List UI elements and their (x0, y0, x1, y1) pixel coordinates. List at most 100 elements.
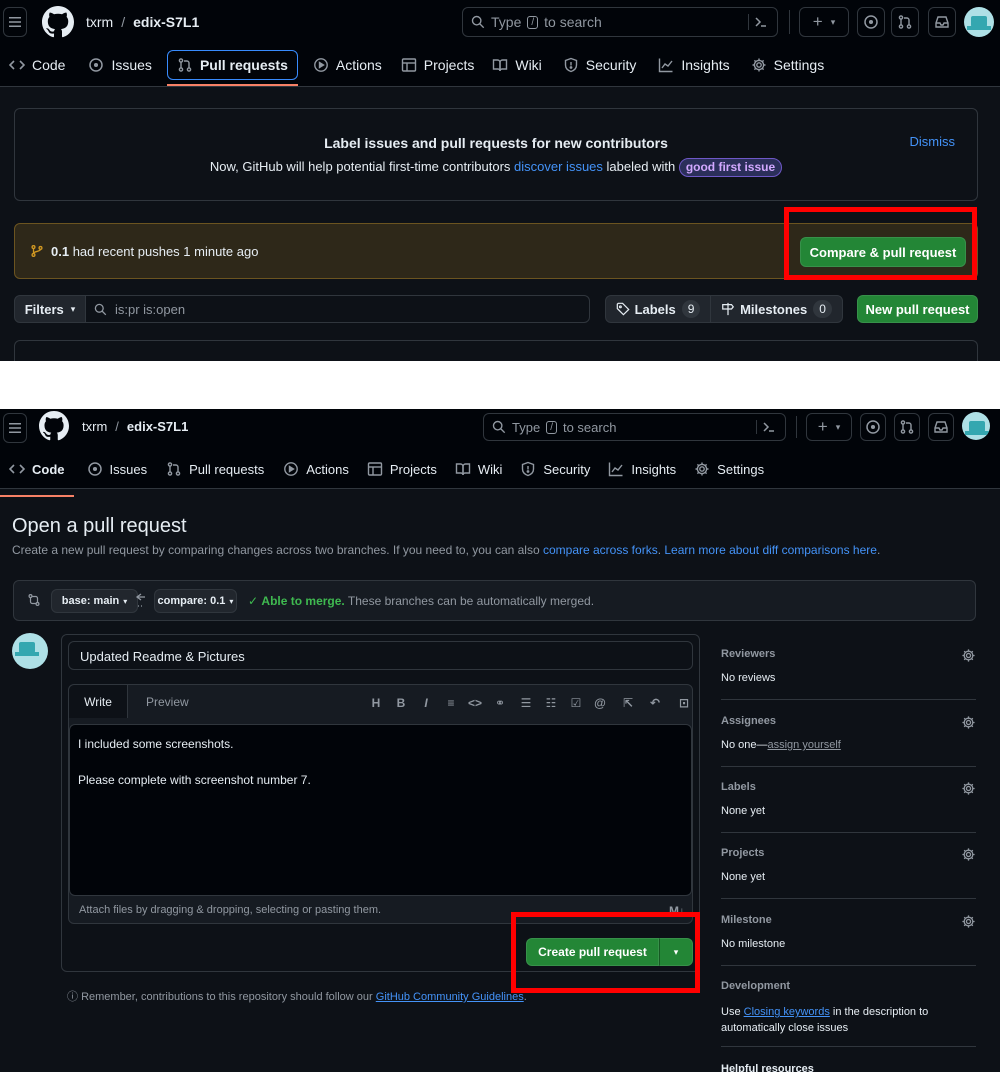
search-input[interactable]: Type / to search (483, 413, 786, 441)
compare-branch-select[interactable]: compare: 0.1 ▾ (154, 589, 237, 613)
pull-requests-button[interactable] (894, 413, 920, 441)
menu-button[interactable] (3, 413, 27, 443)
shield-icon (564, 57, 577, 73)
issues-button[interactable] (857, 7, 885, 37)
create-new-button[interactable]: + ▾ (806, 413, 852, 441)
tab-insights[interactable]: Insights (649, 50, 738, 80)
tab-wiki[interactable]: Wiki (446, 454, 512, 484)
tab-insights[interactable]: Insights (599, 454, 685, 484)
tab-code[interactable]: Code (0, 50, 74, 80)
tab-pull-requests[interactable]: Pull requests (166, 50, 298, 86)
base-branch-select[interactable]: base: main ▾ (51, 589, 138, 613)
gear-icon[interactable] (961, 914, 976, 929)
discover-issues-link[interactable]: discover issues (514, 159, 603, 174)
tab-security[interactable]: Security (554, 50, 646, 80)
chevron-down-icon: ▾ (229, 596, 234, 606)
tab-settings[interactable]: Settings (742, 50, 834, 80)
gear-icon[interactable] (961, 715, 976, 730)
labels-title[interactable]: Labels (721, 781, 976, 793)
gear-icon[interactable] (961, 847, 976, 862)
user-avatar[interactable] (962, 412, 990, 440)
filters-button[interactable]: Filters ▾ (14, 295, 86, 323)
repo-tabs: Code Issues Pull requests Actions Projec… (0, 50, 834, 86)
tab-actions[interactable]: Actions (304, 50, 391, 80)
branch-name[interactable]: 0.1 (51, 244, 69, 259)
community-guidelines-link[interactable]: GitHub Community Guidelines (376, 991, 524, 1003)
tasklist-icon[interactable]: ☑ (569, 696, 583, 710)
tab-label: Actions (306, 461, 349, 477)
diff-comparisons-link[interactable]: Learn more about diff comparisons here (664, 543, 877, 557)
code-icon[interactable]: <> (468, 696, 482, 710)
closing-keywords-link[interactable]: Closing keywords (744, 1006, 830, 1018)
labels-button[interactable]: Labels 9 (605, 295, 711, 323)
tab-preview[interactable]: Preview (146, 695, 189, 709)
pull-requests-button[interactable] (891, 7, 919, 37)
gear-icon (695, 462, 709, 476)
inbox-button[interactable] (928, 7, 956, 37)
tab-pull-requests[interactable]: Pull requests (157, 454, 273, 484)
ordered-list-icon[interactable]: ☷ (544, 696, 558, 710)
comment-body-line-1: I included some screenshots. (78, 737, 234, 751)
search-input[interactable]: Type / to search (462, 7, 778, 37)
italic-icon[interactable]: I (419, 696, 433, 710)
search-icon (471, 15, 485, 29)
issues-button[interactable] (860, 413, 886, 441)
repo-link[interactable]: edix-S7L1 (133, 14, 199, 30)
milestone-icon (722, 302, 735, 316)
attach-files-hint[interactable]: Attach files by dragging & dropping, sel… (79, 904, 381, 916)
bold-icon[interactable]: B (394, 696, 408, 710)
repo-link[interactable]: edix-S7L1 (127, 419, 188, 434)
unordered-list-icon[interactable]: ☰ (519, 696, 533, 710)
cross-reference-icon[interactable]: ⇱ (621, 696, 635, 710)
search-icon (94, 303, 107, 316)
mention-icon[interactable]: @ (593, 696, 607, 710)
github-logo-icon[interactable] (39, 411, 69, 441)
heading-icon[interactable]: H (369, 696, 383, 710)
undo-icon[interactable]: ↶ (648, 696, 662, 710)
tab-security[interactable]: Security (511, 454, 599, 484)
milestone-title[interactable]: Milestone (721, 914, 976, 926)
filter-query-input[interactable]: is:pr is:open (85, 295, 590, 323)
new-pull-request-button[interactable]: New pull request (857, 295, 978, 323)
breadcrumb-separator: / (121, 14, 126, 30)
compare-across-forks-link[interactable]: compare across forks (543, 543, 658, 557)
tab-label: Settings (717, 461, 765, 477)
search-prefix: Type (491, 14, 522, 30)
good-first-issue-label[interactable]: good first issue (678, 158, 783, 177)
tab-projects[interactable]: Projects (358, 454, 446, 484)
reviewers-title[interactable]: Reviewers (721, 648, 976, 660)
link-icon[interactable]: ⚭ (493, 696, 507, 710)
quote-icon[interactable]: ≡ (444, 696, 458, 710)
comment-body-textarea[interactable]: I included some screenshots. Please comp… (69, 724, 692, 896)
command-palette-icon[interactable] (761, 419, 777, 435)
repo-tabs: Code Issues Pull requests Actions Projec… (0, 454, 773, 497)
inbox-button[interactable] (928, 413, 954, 441)
pr-title-input[interactable]: Updated Readme & Pictures (68, 641, 693, 670)
dismiss-button[interactable]: Dismiss (910, 134, 956, 149)
projects-title[interactable]: Projects (721, 847, 976, 859)
tab-projects[interactable]: Projects (392, 50, 484, 80)
milestones-button[interactable]: Milestones 0 (710, 295, 843, 323)
tab-settings[interactable]: Settings (685, 454, 773, 484)
github-logo-icon[interactable] (42, 6, 74, 38)
command-palette-icon[interactable] (753, 14, 769, 30)
sidebar-projects: Projects None yet (721, 847, 976, 899)
tab-actions[interactable]: Actions (274, 454, 358, 484)
assignees-title[interactable]: Assignees (721, 715, 976, 727)
owner-link[interactable]: txrm (86, 14, 113, 30)
create-new-button[interactable]: + ▾ (799, 7, 849, 37)
user-avatar[interactable] (964, 7, 994, 37)
tab-write[interactable]: Write (69, 685, 128, 718)
fullscreen-icon[interactable]: ⊡ (677, 696, 691, 710)
table-icon (401, 58, 416, 72)
development-value: Use Closing keywords in the description … (721, 1004, 936, 1036)
tab-code[interactable]: Code (0, 454, 74, 497)
menu-button[interactable] (3, 7, 27, 37)
assign-yourself-link[interactable]: assign yourself (767, 739, 840, 751)
tab-wiki[interactable]: Wiki (483, 50, 550, 80)
gear-icon[interactable] (961, 781, 976, 796)
owner-link[interactable]: txrm (82, 419, 107, 434)
gear-icon[interactable] (961, 648, 976, 663)
tab-issues[interactable]: Issues (78, 454, 157, 484)
tab-issues[interactable]: Issues (79, 50, 160, 80)
